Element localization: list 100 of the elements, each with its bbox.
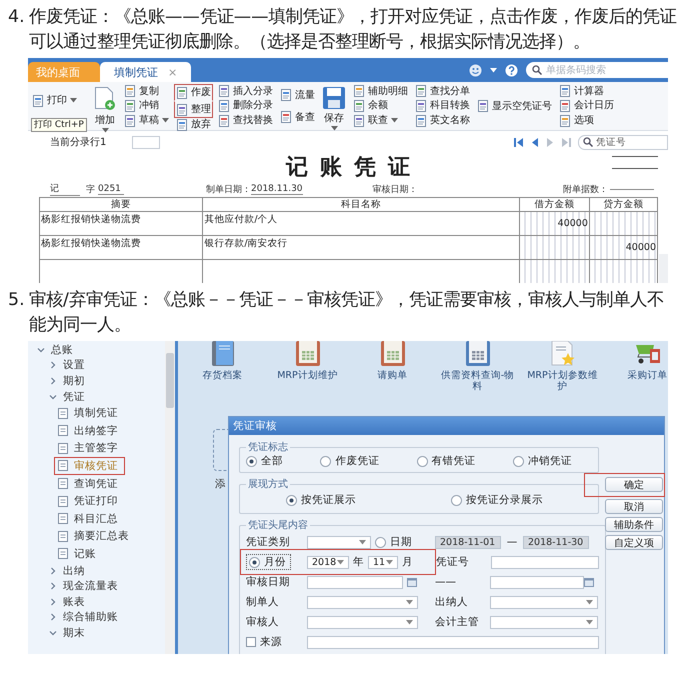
app-label[interactable]: 采购订单: [610, 370, 668, 381]
tree-item[interactable]: 凭证打印: [54, 492, 125, 510]
table-cell: 杨影红报销快递物流费: [40, 236, 203, 260]
tree-item[interactable]: 主管签字: [54, 440, 125, 458]
ribbon-button[interactable]: 计算器: [557, 84, 616, 98]
app-label[interactable]: 供需资料查询-物料: [440, 370, 514, 392]
tree-item[interactable]: 综合辅助账: [46, 610, 121, 626]
tree-item[interactable]: 审核凭证: [54, 457, 125, 475]
ribbon-button[interactable]: 辅助明细: [351, 84, 410, 98]
document-icon: [124, 100, 136, 112]
chevron-down-icon: [37, 346, 45, 354]
ribbon-button[interactable]: 保存: [320, 84, 348, 133]
ribbon-button[interactable]: 增加: [91, 84, 119, 135]
dropdown[interactable]: [307, 596, 418, 608]
app-label[interactable]: 存货档案: [186, 370, 260, 381]
input-field[interactable]: [307, 576, 403, 588]
ribbon-button[interactable]: 余额: [351, 99, 410, 112]
dropdown[interactable]: [307, 536, 371, 548]
tree-item[interactable]: 凭证: [46, 388, 88, 404]
tree-item[interactable]: 出纳签字: [54, 422, 125, 440]
dialog-button[interactable]: 确定: [605, 477, 663, 492]
first-page-icon[interactable]: [513, 136, 524, 148]
checkbox[interactable]: [246, 637, 256, 647]
document-icon: [218, 85, 230, 98]
ribbon-button[interactable]: 查找分单: [413, 84, 472, 98]
smiley-icon[interactable]: [469, 64, 482, 76]
ribbon-button[interactable]: 会计日历: [557, 99, 616, 112]
column-header: 摘要: [40, 198, 203, 212]
tree-item[interactable]: 账表: [46, 594, 88, 610]
document-icon: [176, 86, 188, 98]
ribbon-button[interactable]: 联查: [351, 114, 410, 128]
field-label: 会计主管: [435, 615, 480, 629]
calendar-icon[interactable]: [584, 577, 594, 587]
app-label[interactable]: MRP计划参数维护: [526, 370, 600, 392]
ribbon-button[interactable]: 放弃: [174, 118, 213, 131]
dropdown[interactable]: 2018: [307, 556, 349, 568]
chevron-down-icon: [49, 628, 57, 637]
dropdown[interactable]: [490, 616, 598, 628]
radio-label: 全部: [261, 454, 283, 468]
ribbon-button[interactable]: 流量: [278, 88, 317, 102]
dropdown[interactable]: 11: [368, 556, 398, 568]
dropdown[interactable]: [307, 616, 418, 628]
ribbon-button[interactable]: 作废: [174, 84, 213, 101]
document-icon: [280, 89, 292, 101]
scrollbar: [659, 254, 668, 283]
calendar-icon[interactable]: [407, 577, 417, 587]
tree-item[interactable]: 现金流量表: [46, 578, 121, 594]
ribbon-button[interactable]: 删除分录: [216, 99, 275, 112]
search-field[interactable]: 凭证号: [578, 134, 668, 150]
tree-item[interactable]: 期初: [46, 373, 88, 389]
radio-button[interactable]: [416, 456, 428, 466]
ribbon-button[interactable]: 打印: [30, 94, 88, 107]
dialog-button[interactable]: 取消: [605, 499, 663, 514]
paragraph: 审核/弃审凭证：《总账－－凭证－－审核凭证》，凭证需要审核，审核人与制单人不能为同一人。: [29, 289, 665, 337]
radio-button[interactable]: [246, 456, 257, 466]
radio-button[interactable]: [375, 536, 386, 548]
tree-item[interactable]: 查询凭证: [54, 474, 125, 492]
input-field[interactable]: [491, 556, 599, 568]
input-field[interactable]: [490, 576, 584, 588]
tree-item[interactable]: 记账: [54, 545, 103, 563]
document-icon: [559, 100, 571, 112]
document-icon: [415, 100, 427, 112]
tree-item[interactable]: 科目汇总: [54, 510, 125, 528]
tree-item[interactable]: 出纳: [46, 562, 88, 578]
radio-button[interactable]: [512, 456, 524, 466]
radio-button[interactable]: [320, 456, 332, 466]
app-label[interactable]: MRP计划维护: [270, 370, 344, 381]
dropdown[interactable]: [490, 596, 598, 608]
document-icon: [477, 100, 489, 112]
help-icon[interactable]: [505, 64, 518, 76]
tab[interactable]: 填制凭证 ×: [100, 62, 192, 82]
ribbon-button[interactable]: 备查: [278, 110, 317, 124]
field-label: 审核人: [246, 615, 280, 629]
ribbon-button[interactable]: 整理: [174, 101, 213, 118]
tree-item[interactable]: 总账: [34, 342, 76, 358]
dialog-button[interactable]: 辅助条件: [605, 517, 663, 532]
ribbon-button[interactable]: 冲销: [122, 99, 171, 112]
radio-button[interactable]: [451, 494, 462, 506]
radio-label: 按凭证分录展示: [466, 493, 543, 507]
tree-item[interactable]: 摘要汇总表: [54, 528, 136, 546]
app-label[interactable]: 请购单: [356, 370, 430, 381]
input-field[interactable]: [307, 636, 599, 648]
ribbon-button[interactable]: 查找替换: [216, 114, 275, 128]
ribbon-button[interactable]: 选项: [557, 114, 616, 128]
ribbon-button[interactable]: 英文名称: [413, 114, 472, 128]
dialog-button[interactable]: 自定义项: [605, 535, 663, 550]
ribbon-button[interactable]: 显示空凭证号: [475, 100, 554, 112]
ribbon-button[interactable]: 插入分录: [216, 84, 275, 98]
tree-item[interactable]: 填制凭证: [54, 404, 125, 422]
input-field[interactable]: [132, 136, 160, 148]
ribbon-button[interactable]: 科目转换: [413, 99, 472, 112]
radio-button[interactable]: [249, 556, 260, 568]
document-icon: [280, 111, 292, 123]
ribbon-button[interactable]: 复制: [122, 84, 171, 98]
tree-item[interactable]: 期末: [46, 625, 88, 641]
ribbon-button[interactable]: 草稿: [122, 114, 171, 128]
tree-item[interactable]: 设置: [46, 358, 88, 374]
field-label: 当前分录行1: [50, 136, 106, 149]
field-label: 附单据数：: [563, 184, 608, 196]
radio-button[interactable]: [286, 494, 297, 506]
